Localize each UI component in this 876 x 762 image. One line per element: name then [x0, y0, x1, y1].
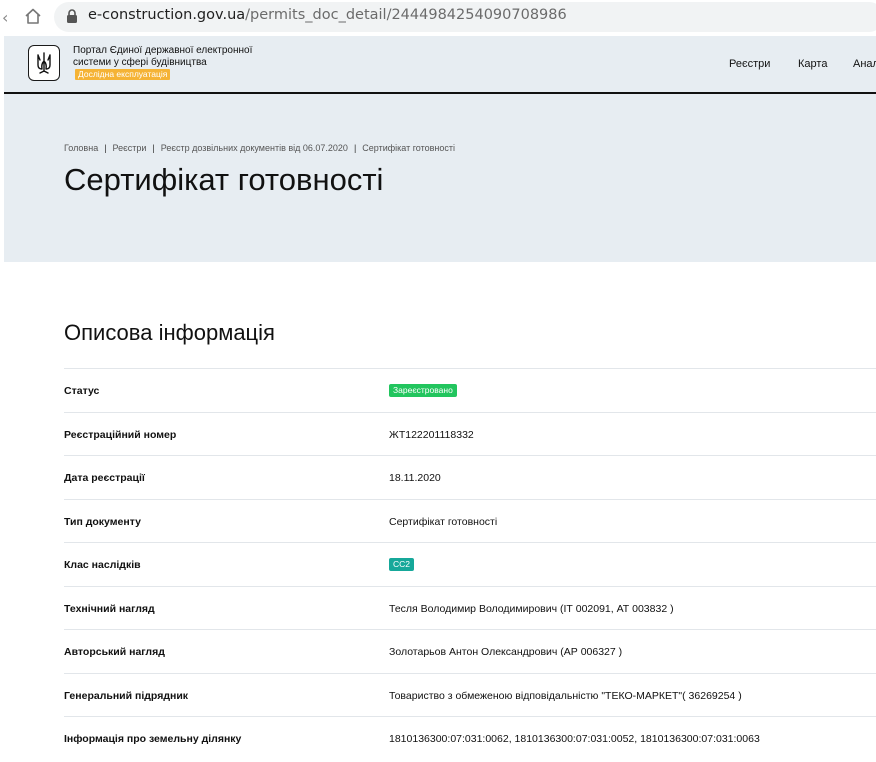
row-label: Генеральний підрядник	[64, 689, 189, 702]
pilot-badge: Дослідна експлуатація	[75, 69, 171, 80]
nav-analytics[interactable]: Анал	[853, 58, 876, 70]
lock-icon	[67, 9, 77, 23]
info-table: Статус Зареєстровано Реєстраційний номер…	[64, 368, 876, 760]
url-text[interactable]: e-construction.gov.ua/permits_doc_detail…	[88, 7, 567, 23]
row-value: Сертифікат готовності	[389, 515, 498, 528]
row-value: 1810136300:07:031:0062, 1810136300:07:03…	[389, 733, 760, 745]
back-icon[interactable]: ‹	[2, 8, 8, 27]
row-land-plot-info: Інформація про земельну ділянку 18101363…	[64, 716, 876, 760]
page-title: Сертифікат готовності	[64, 162, 384, 197]
section-title: Описова інформація	[64, 320, 275, 345]
nav-map[interactable]: Карта	[798, 58, 827, 70]
home-icon[interactable]	[24, 7, 42, 25]
breadcrumb-current: Сертифікат готовності	[362, 143, 456, 153]
row-value: Тесля Володимир Володимирович (ІТ 002091…	[389, 602, 674, 615]
row-label: Реєстраційний номер	[64, 428, 177, 441]
breadcrumb-separator: |	[353, 143, 357, 153]
row-general-contractor: Генеральний підрядник Товариство з обмеж…	[64, 672, 876, 717]
browser-address-bar: ‹ e-construction.gov.ua/permits_doc_deta…	[0, 0, 876, 34]
row-technical-supervision: Технічний нагляд Тесля Володимир Володим…	[64, 585, 876, 630]
portal-title[interactable]: Портал Єдиної державної електронної сист…	[73, 45, 263, 81]
nav-registries[interactable]: Реєстри	[729, 58, 770, 70]
row-label: Інформація про земельну ділянку	[64, 733, 242, 745]
status-badge: Зареєстровано	[389, 384, 457, 397]
row-value: Золотарьов Антон Олександрович (АР 00632…	[389, 646, 623, 658]
consequence-class-badge: СС2	[389, 558, 415, 571]
portal-title-text: Портал Єдиної державної електронної сист…	[73, 45, 253, 68]
row-label: Авторський нагляд	[64, 646, 165, 658]
breadcrumb-registries[interactable]: Реєстри	[113, 143, 147, 153]
breadcrumb-separator: |	[104, 143, 107, 153]
breadcrumb-home[interactable]: Головна	[64, 143, 98, 153]
breadcrumb-permits-registry[interactable]: Реєстр дозвільних документів від 06.07.2…	[161, 143, 348, 153]
row-value: ЖТ122201118332	[389, 428, 474, 441]
row-label: Клас наслідків	[64, 559, 141, 571]
row-label: Дата реєстрації	[64, 472, 145, 484]
breadcrumb-separator: |	[152, 143, 155, 153]
row-registration-date: Дата реєстрації 18.11.2020	[64, 455, 876, 499]
logo[interactable]	[28, 45, 60, 81]
breadcrumb: Головна | Реєстри | Реєстр дозвільних докуме…	[64, 143, 455, 153]
row-value: 18.11.2020	[389, 472, 441, 484]
row-label: Статус	[64, 385, 100, 397]
row-consequence-class: Клас наслідків СС2	[64, 542, 876, 586]
row-value: Товариство з обмеженою відповідальністю …	[389, 689, 742, 702]
row-document-type: Тип документу Сертифікат готовності	[64, 498, 876, 543]
row-registration-number: Реєстраційний номер ЖТ122201118332	[64, 411, 876, 456]
row-label: Технічний нагляд	[64, 602, 155, 615]
row-status: Статус Зареєстровано	[64, 368, 876, 412]
trident-icon	[37, 52, 51, 74]
row-label: Тип документу	[64, 515, 141, 528]
row-author-supervision: Авторський нагляд Золотарьов Антон Олекс…	[64, 629, 876, 673]
